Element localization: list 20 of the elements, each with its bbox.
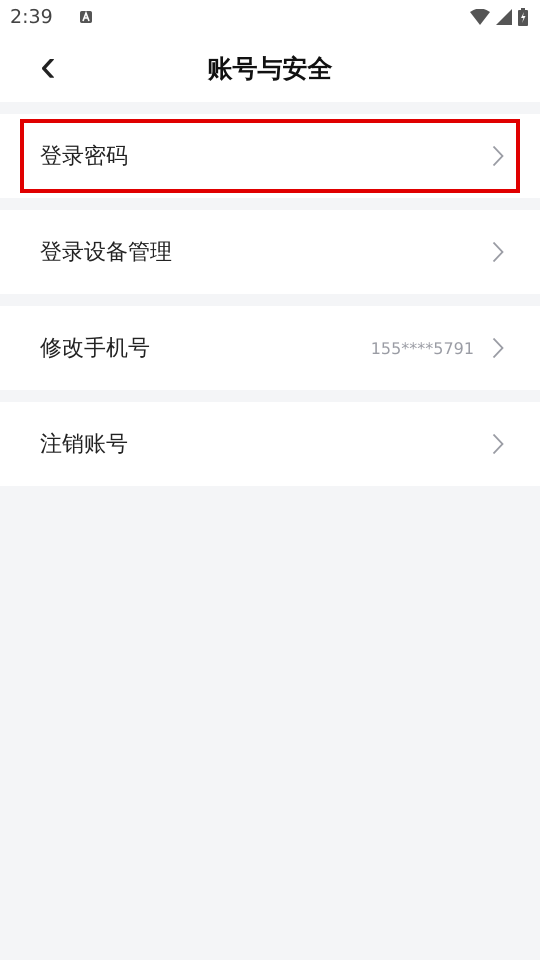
- chevron-right-icon: [492, 145, 504, 167]
- page-title: 账号与安全: [208, 52, 332, 84]
- battery-icon: [518, 8, 528, 26]
- item-value: 155****5791: [370, 338, 474, 358]
- chevron-right-icon: [492, 337, 504, 359]
- settings-item[interactable]: 登录设备管理: [0, 210, 540, 294]
- chevron-right-icon: [492, 433, 504, 455]
- back-button[interactable]: ‹: [34, 42, 62, 90]
- settings-item[interactable]: 修改手机号 155****5791: [0, 306, 540, 390]
- item-label: 注销账号: [40, 431, 129, 459]
- signal-icon: [496, 9, 512, 25]
- settings-item[interactable]: 注销账号: [0, 402, 540, 486]
- item-label: 修改手机号: [40, 335, 151, 363]
- status-time: 2:39: [10, 6, 53, 28]
- item-label: 登录密码: [40, 143, 129, 171]
- settings-item[interactable]: 登录密码: [0, 114, 540, 198]
- notification-icon: [78, 10, 93, 24]
- item-label: 登录设备管理: [40, 239, 173, 267]
- wifi-icon: [470, 9, 490, 25]
- chevron-right-icon: [492, 241, 504, 263]
